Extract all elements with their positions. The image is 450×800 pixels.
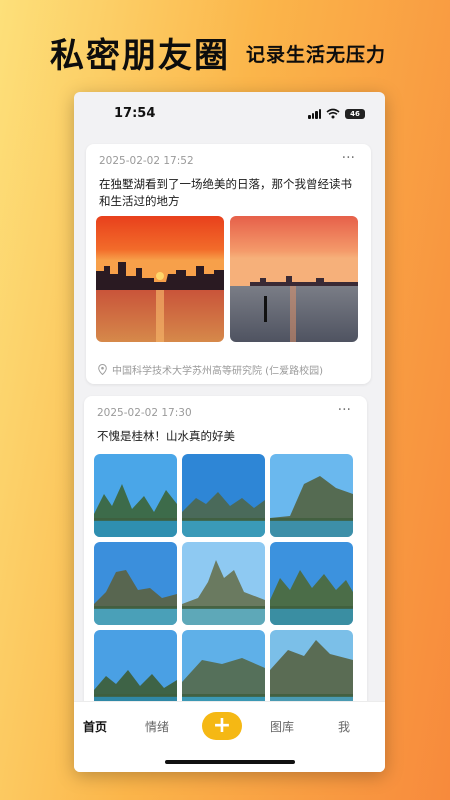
sunset-city-photo[interactable] <box>96 216 224 342</box>
battery-icon: 46 <box>345 108 365 119</box>
status-time: 17:54 <box>114 106 156 121</box>
tab-me[interactable]: 我 <box>338 718 350 735</box>
tab-mood[interactable]: 情绪 <box>145 718 169 735</box>
guilin-photo-3[interactable] <box>270 454 353 537</box>
promo-subtitle: 记录生活无压力 <box>246 44 387 66</box>
post-text: 不愧是桂林！山水真的好美 <box>97 429 235 443</box>
location-pin-icon <box>98 364 107 375</box>
wifi-icon <box>326 108 340 119</box>
signal-icon <box>308 108 321 119</box>
post-timestamp: 2025-02-02 17:52 <box>99 155 194 167</box>
post-text: 在独墅湖看到了一场绝美的日落，那个我曾经读书和生活过的地方 <box>99 177 352 208</box>
post-card[interactable]: 2025-02-02 17:30 ··· 不愧是桂林！山水真的好美 <box>84 396 367 736</box>
add-post-button[interactable]: + <box>202 712 242 740</box>
post-location[interactable]: 中国科学技术大学苏州高等研究院 (仁爱路校园) <box>98 362 323 377</box>
post-timestamp: 2025-02-02 17:30 <box>97 407 192 419</box>
tab-home[interactable]: 首页 <box>83 718 107 735</box>
location-text: 中国科学技术大学苏州高等研究院 (仁爱路校园) <box>112 366 323 377</box>
tab-bar: 首页 情绪 + 图库 我 <box>74 701 385 772</box>
guilin-photo-4[interactable] <box>94 542 177 625</box>
status-bar: 17:54 46 <box>74 92 385 136</box>
guilin-photo-6[interactable] <box>270 542 353 625</box>
guilin-photo-5[interactable] <box>182 542 265 625</box>
post-card[interactable]: 2025-02-02 17:52 ··· 在独墅湖看到了一场绝美的日落，那个我曾… <box>86 144 371 384</box>
guilin-photo-1[interactable] <box>94 454 177 537</box>
promo-title: 私密朋友圈 <box>50 36 230 76</box>
status-icons: 46 <box>308 108 365 119</box>
sunset-lake-photo[interactable] <box>230 216 358 342</box>
more-icon[interactable]: ··· <box>342 150 355 166</box>
more-icon[interactable]: ··· <box>338 402 351 418</box>
guilin-photo-2[interactable] <box>182 454 265 537</box>
phone-screen: 17:54 46 2025-02-02 17:52 ··· 在独墅湖看到了一场绝… <box>74 92 385 772</box>
home-indicator <box>165 760 295 764</box>
tab-gallery[interactable]: 图库 <box>270 718 294 735</box>
